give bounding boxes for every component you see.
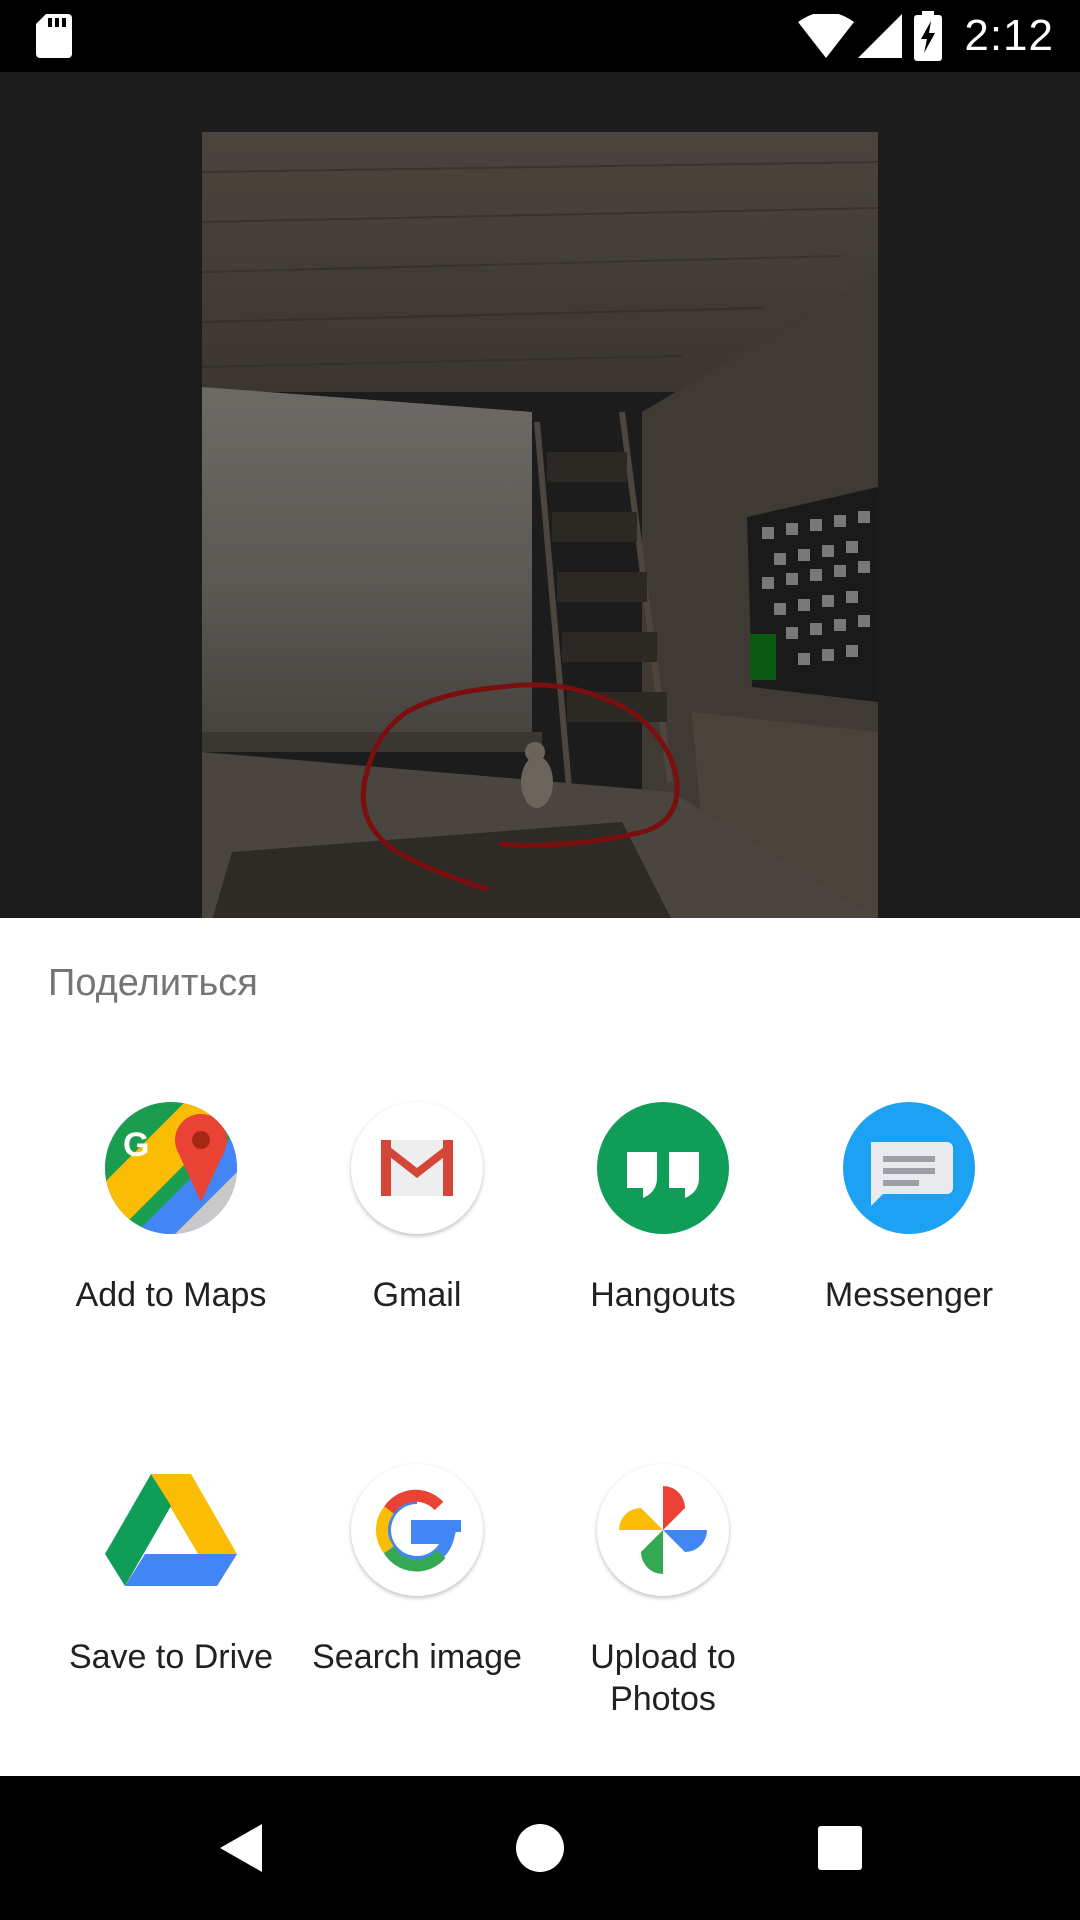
share-target-label: Gmail: [372, 1276, 462, 1314]
gmail-icon: [351, 1102, 483, 1234]
back-icon: [220, 1824, 262, 1872]
share-target-grid: G Add to Maps Gmail Hangouts Messenger S…: [0, 918, 1080, 1776]
battery-charging-icon: [914, 11, 943, 61]
share-sheet: Поделиться G Add to Maps Gmail Hangouts …: [0, 918, 1080, 1776]
dimmed-backdrop[interactable]: [0, 72, 1080, 920]
google-photos-icon: [597, 1464, 729, 1596]
google-maps-icon: G: [105, 1102, 237, 1234]
share-target-hangouts[interactable]: Hangouts: [540, 1102, 786, 1316]
share-target-label: Upload to Photos: [590, 1638, 736, 1718]
share-target-messenger[interactable]: Messenger: [786, 1102, 1032, 1316]
recents-icon: [818, 1826, 862, 1870]
status-bar: 2:12: [0, 0, 1080, 72]
google-icon: [351, 1464, 483, 1596]
back-button[interactable]: [150, 1776, 330, 1920]
home-icon: [516, 1824, 564, 1872]
messenger-icon: [843, 1102, 975, 1234]
svg-text:G: G: [123, 1126, 149, 1164]
share-target-label: Search image: [312, 1638, 522, 1676]
hangouts-icon: [597, 1102, 729, 1234]
navigation-bar: [0, 1776, 1080, 1920]
clock: 2:12: [964, 11, 1054, 60]
share-target-gmail[interactable]: Gmail: [294, 1102, 540, 1316]
share-target-label: Add to Maps: [75, 1276, 267, 1314]
share-target-save-to-drive[interactable]: Save to Drive: [48, 1464, 294, 1678]
recents-button[interactable]: [750, 1776, 930, 1920]
share-target-add-to-maps[interactable]: G Add to Maps: [48, 1102, 294, 1316]
share-target-label: Messenger: [824, 1276, 994, 1314]
google-drive-icon: [105, 1464, 237, 1596]
share-target-search-image[interactable]: Search image: [294, 1464, 540, 1678]
signal-icon: [858, 14, 903, 58]
share-target-label: Save to Drive: [68, 1638, 274, 1676]
home-button[interactable]: [450, 1776, 630, 1920]
wifi-icon: [798, 14, 855, 58]
image-preview: [202, 132, 878, 920]
sd-card-icon: [36, 14, 72, 63]
share-target-label: Hangouts: [590, 1276, 736, 1314]
share-target-upload-to-photos[interactable]: Upload to Photos: [540, 1464, 786, 1720]
